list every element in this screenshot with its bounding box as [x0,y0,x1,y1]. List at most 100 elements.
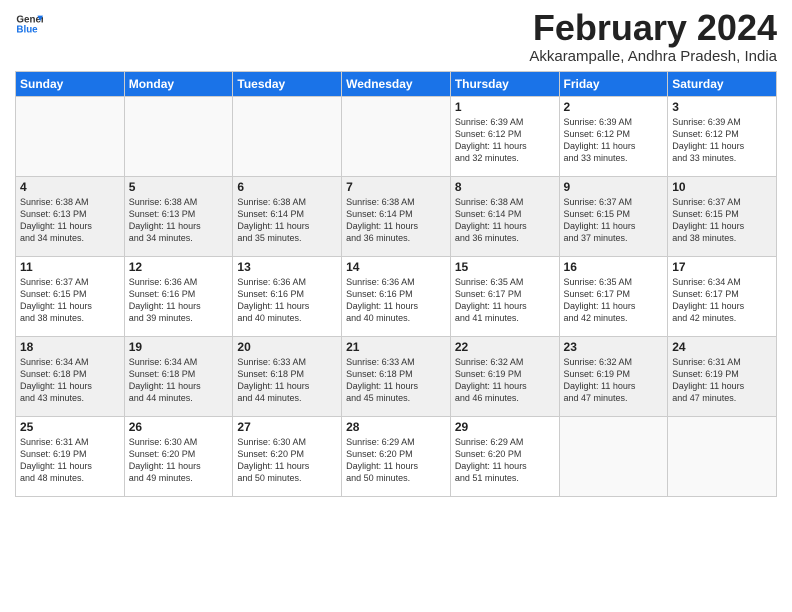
calendar-cell: 3 Sunrise: 6:39 AM Sunset: 6:12 PM Daylig… [668,97,777,177]
calendar-cell: 18 Sunrise: 6:34 AM Sunset: 6:18 PM Dayli… [16,337,125,417]
day-number: 3 [672,100,772,114]
cell-info: Sunrise: 6:38 AM Sunset: 6:13 PM Dayligh… [20,196,120,245]
day-number: 19 [129,340,229,354]
calendar-cell: 21 Sunrise: 6:33 AM Sunset: 6:18 PM Dayli… [342,337,451,417]
day-number: 8 [455,180,555,194]
day-number: 6 [237,180,337,194]
calendar-cell: 11 Sunrise: 6:37 AM Sunset: 6:15 PM Dayli… [16,257,125,337]
calendar-cell: 19 Sunrise: 6:34 AM Sunset: 6:18 PM Dayli… [124,337,233,417]
calendar-cell [559,417,668,497]
cell-info: Sunrise: 6:38 AM Sunset: 6:13 PM Dayligh… [129,196,229,245]
day-number: 14 [346,260,446,274]
day-number: 18 [20,340,120,354]
calendar-cell: 1 Sunrise: 6:39 AM Sunset: 6:12 PM Daylig… [450,97,559,177]
calendar-cell: 4 Sunrise: 6:38 AM Sunset: 6:13 PM Daylig… [16,177,125,257]
cell-info: Sunrise: 6:30 AM Sunset: 6:20 PM Dayligh… [237,436,337,485]
day-number: 23 [564,340,664,354]
calendar-cell: 28 Sunrise: 6:29 AM Sunset: 6:20 PM Dayli… [342,417,451,497]
cell-info: Sunrise: 6:32 AM Sunset: 6:19 PM Dayligh… [564,356,664,405]
day-number: 7 [346,180,446,194]
calendar-cell: 7 Sunrise: 6:38 AM Sunset: 6:14 PM Daylig… [342,177,451,257]
day-number: 29 [455,420,555,434]
calendar-cell: 29 Sunrise: 6:29 AM Sunset: 6:20 PM Dayli… [450,417,559,497]
calendar-cell [668,417,777,497]
week-row-2: 4 Sunrise: 6:38 AM Sunset: 6:13 PM Daylig… [16,177,777,257]
day-number: 25 [20,420,120,434]
cell-info: Sunrise: 6:30 AM Sunset: 6:20 PM Dayligh… [129,436,229,485]
svg-text:Blue: Blue [16,24,38,35]
cell-info: Sunrise: 6:39 AM Sunset: 6:12 PM Dayligh… [564,116,664,165]
cell-info: Sunrise: 6:31 AM Sunset: 6:19 PM Dayligh… [20,436,120,485]
cell-info: Sunrise: 6:33 AM Sunset: 6:18 PM Dayligh… [346,356,446,405]
cell-info: Sunrise: 6:36 AM Sunset: 6:16 PM Dayligh… [346,276,446,325]
calendar-cell: 14 Sunrise: 6:36 AM Sunset: 6:16 PM Dayli… [342,257,451,337]
calendar-cell: 8Sunrise: 6:38 AM Sunset: 6:14 PM Daylig… [450,177,559,257]
calendar-cell: 2 Sunrise: 6:39 AM Sunset: 6:12 PM Daylig… [559,97,668,177]
calendar-cell: 22 Sunrise: 6:32 AM Sunset: 6:19 PM Dayli… [450,337,559,417]
day-number: 11 [20,260,120,274]
location-title: Akkarampalle, Andhra Pradesh, India [529,48,777,65]
calendar-cell: 17 Sunrise: 6:34 AM Sunset: 6:17 PM Dayli… [668,257,777,337]
column-header-friday: Friday [559,72,668,97]
day-number: 21 [346,340,446,354]
calendar-cell: 16Sunrise: 6:35 AM Sunset: 6:17 PM Dayli… [559,257,668,337]
cell-info: Sunrise: 6:38 AM Sunset: 6:14 PM Dayligh… [346,196,446,245]
cell-info: Sunrise: 6:37 AM Sunset: 6:15 PM Dayligh… [564,196,664,245]
day-number: 4 [20,180,120,194]
cell-info: Sunrise: 6:33 AM Sunset: 6:18 PM Dayligh… [237,356,337,405]
column-header-wednesday: Wednesday [342,72,451,97]
cell-info: Sunrise: 6:34 AM Sunset: 6:18 PM Dayligh… [129,356,229,405]
day-number: 22 [455,340,555,354]
cell-info: Sunrise: 6:34 AM Sunset: 6:17 PM Dayligh… [672,276,772,325]
cell-info: Sunrise: 6:37 AM Sunset: 6:15 PM Dayligh… [20,276,120,325]
cell-info: Sunrise: 6:39 AM Sunset: 6:12 PM Dayligh… [672,116,772,165]
calendar-cell: 24Sunrise: 6:31 AM Sunset: 6:19 PM Dayli… [668,337,777,417]
cell-info: Sunrise: 6:35 AM Sunset: 6:17 PM Dayligh… [564,276,664,325]
calendar-cell: 13 Sunrise: 6:36 AM Sunset: 6:16 PM Dayli… [233,257,342,337]
week-row-4: 18 Sunrise: 6:34 AM Sunset: 6:18 PM Dayli… [16,337,777,417]
title-block: February 2024 Akkarampalle, Andhra Prade… [529,10,777,65]
calendar-cell: 5 Sunrise: 6:38 AM Sunset: 6:13 PM Daylig… [124,177,233,257]
cell-info: Sunrise: 6:29 AM Sunset: 6:20 PM Dayligh… [346,436,446,485]
column-header-monday: Monday [124,72,233,97]
calendar-cell: 15 Sunrise: 6:35 AM Sunset: 6:17 PM Dayli… [450,257,559,337]
cell-info: Sunrise: 6:35 AM Sunset: 6:17 PM Dayligh… [455,276,555,325]
calendar-cell: 20Sunrise: 6:33 AM Sunset: 6:18 PM Dayli… [233,337,342,417]
calendar-cell: 26 Sunrise: 6:30 AM Sunset: 6:20 PM Dayli… [124,417,233,497]
day-number: 27 [237,420,337,434]
cell-info: Sunrise: 6:34 AM Sunset: 6:18 PM Dayligh… [20,356,120,405]
day-number: 17 [672,260,772,274]
calendar-cell [342,97,451,177]
calendar-table: SundayMondayTuesdayWednesdayThursdayFrid… [15,71,777,497]
calendar-cell: 27 Sunrise: 6:30 AM Sunset: 6:20 PM Dayli… [233,417,342,497]
week-row-3: 11 Sunrise: 6:37 AM Sunset: 6:15 PM Dayli… [16,257,777,337]
column-header-saturday: Saturday [668,72,777,97]
day-number: 13 [237,260,337,274]
day-number: 26 [129,420,229,434]
cell-info: Sunrise: 6:36 AM Sunset: 6:16 PM Dayligh… [237,276,337,325]
column-header-thursday: Thursday [450,72,559,97]
calendar-cell [16,97,125,177]
logo-icon: General Blue [15,10,43,38]
month-title: February 2024 [529,10,777,46]
day-number: 5 [129,180,229,194]
day-number: 28 [346,420,446,434]
day-number: 9 [564,180,664,194]
week-row-1: 1 Sunrise: 6:39 AM Sunset: 6:12 PM Daylig… [16,97,777,177]
day-number: 15 [455,260,555,274]
calendar-header-row: SundayMondayTuesdayWednesdayThursdayFrid… [16,72,777,97]
cell-info: Sunrise: 6:32 AM Sunset: 6:19 PM Dayligh… [455,356,555,405]
cell-info: Sunrise: 6:39 AM Sunset: 6:12 PM Dayligh… [455,116,555,165]
calendar-cell: 25 Sunrise: 6:31 AM Sunset: 6:19 PM Dayli… [16,417,125,497]
calendar-cell [233,97,342,177]
column-header-sunday: Sunday [16,72,125,97]
logo: General Blue [15,10,43,38]
day-number: 1 [455,100,555,114]
cell-info: Sunrise: 6:38 AM Sunset: 6:14 PM Dayligh… [237,196,337,245]
cell-info: Sunrise: 6:37 AM Sunset: 6:15 PM Dayligh… [672,196,772,245]
day-number: 2 [564,100,664,114]
day-number: 10 [672,180,772,194]
cell-info: Sunrise: 6:29 AM Sunset: 6:20 PM Dayligh… [455,436,555,485]
calendar-cell: 9 Sunrise: 6:37 AM Sunset: 6:15 PM Daylig… [559,177,668,257]
calendar-cell [124,97,233,177]
